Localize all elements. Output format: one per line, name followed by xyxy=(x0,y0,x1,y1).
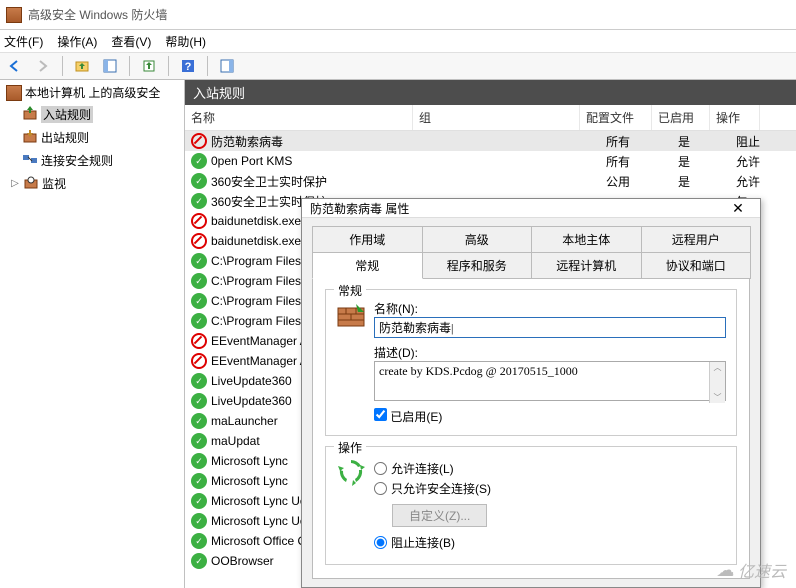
desc-label: 描述(D): xyxy=(374,346,418,360)
allow-icon: ✓ xyxy=(191,153,207,169)
forward-button[interactable] xyxy=(32,55,54,77)
tree-outbound-rules[interactable]: 出站规则 xyxy=(0,126,184,149)
allow-icon: ✓ xyxy=(191,173,207,189)
back-button[interactable] xyxy=(4,55,26,77)
properties-dialog: 防范勒索病毒 属性 ✕ 作用域 高级 本地主体 远程用户 常规 程序和服务 远程… xyxy=(301,198,761,588)
menu-bar: 文件(F) 操作(A) 查看(V) 帮助(H) xyxy=(0,30,796,52)
block-icon xyxy=(191,333,207,349)
cloud-icon: ☁ xyxy=(716,560,734,581)
block-connection-radio[interactable] xyxy=(374,536,387,549)
outbound-icon xyxy=(22,128,38,147)
name-label: 名称(N): xyxy=(374,302,418,316)
allow-icon: ✓ xyxy=(191,513,207,529)
content-heading: 入站规则 xyxy=(185,80,796,105)
tab-programs[interactable]: 程序和服务 xyxy=(422,253,533,279)
rule-name: 防范勒索病毒 xyxy=(211,133,439,150)
show-hide-tree-button[interactable] xyxy=(99,55,121,77)
tree-root[interactable]: 本地计算机 上的高级安全 xyxy=(0,82,184,103)
block-icon xyxy=(191,213,207,229)
tree-inbound-rules[interactable]: 入站规则 xyxy=(0,103,184,126)
allow-icon: ✓ xyxy=(191,313,207,329)
description-textarea[interactable] xyxy=(374,361,726,401)
allow-icon: ✓ xyxy=(191,373,207,389)
dialog-title: 防范勒索病毒 属性 xyxy=(310,200,409,217)
toolbar: ? xyxy=(0,52,796,80)
tab-scope[interactable]: 作用域 xyxy=(312,226,423,253)
tab-remote-user[interactable]: 远程用户 xyxy=(641,226,752,253)
allow-icon: ✓ xyxy=(191,493,207,509)
rule-name: 0pen Port KMS xyxy=(211,154,439,168)
rule-row[interactable]: ✓360安全卫士实时保护公用是允许 xyxy=(185,171,796,191)
tab-general[interactable]: 常规 xyxy=(312,253,423,279)
up-button[interactable] xyxy=(71,55,93,77)
name-input[interactable] xyxy=(374,317,726,338)
block-icon xyxy=(191,133,207,149)
enabled-checkbox[interactable] xyxy=(374,408,387,421)
allow-icon: ✓ xyxy=(191,253,207,269)
allow-icon: ✓ xyxy=(191,393,207,409)
svg-text:?: ? xyxy=(185,61,192,73)
allow-icon: ✓ xyxy=(191,533,207,549)
firewall-icon xyxy=(6,85,22,101)
dialog-titlebar: 防范勒索病毒 属性 ✕ xyxy=(302,199,760,218)
tree-connection-security[interactable]: 连接安全规则 xyxy=(0,149,184,172)
allow-icon: ✓ xyxy=(191,413,207,429)
menu-action[interactable]: 操作(A) xyxy=(57,33,97,50)
scroll-down-icon[interactable]: ﹀ xyxy=(714,392,722,403)
scroll-up-icon[interactable]: ︿ xyxy=(714,362,722,373)
tab-protocols[interactable]: 协议和端口 xyxy=(641,253,752,279)
expand-icon[interactable]: ▷ xyxy=(10,178,20,189)
block-icon xyxy=(191,353,207,369)
connsec-icon xyxy=(22,151,38,170)
firewall-large-icon xyxy=(336,300,366,330)
allow-icon: ✓ xyxy=(191,293,207,309)
menu-view[interactable]: 查看(V) xyxy=(111,33,151,50)
nav-tree: 本地计算机 上的高级安全 入站规则 出站规则 连接安全规则 ▷ 监视 xyxy=(0,80,185,588)
allow-icon: ✓ xyxy=(191,193,207,209)
allow-secure-radio[interactable] xyxy=(374,482,387,495)
inbound-icon xyxy=(22,105,38,124)
tree-monitor[interactable]: ▷ 监视 xyxy=(0,172,184,195)
export-button[interactable] xyxy=(138,55,160,77)
rule-row[interactable]: ✓0pen Port KMS所有是允许 xyxy=(185,151,796,171)
tab-local-principal[interactable]: 本地主体 xyxy=(531,226,642,253)
group-general: 常规 名称(N): 描述(D): ︿ ﹀ xyxy=(325,289,737,436)
col-profile[interactable]: 配置文件 xyxy=(580,105,652,130)
tab-content: 常规 名称(N): 描述(D): ︿ ﹀ xyxy=(312,279,750,579)
block-icon xyxy=(191,233,207,249)
allow-icon: ✓ xyxy=(191,273,207,289)
col-group[interactable]: 组 xyxy=(413,105,580,130)
title-bar: 高级安全 Windows 防火墙 xyxy=(0,0,796,30)
tab-remote-computer[interactable]: 远程计算机 xyxy=(531,253,642,279)
sort-indicator-icon: ︿ xyxy=(675,107,683,118)
grid-header: 名称 组 配置文件 已启用 操作 ︿ xyxy=(185,105,796,131)
allow-icon: ✓ xyxy=(191,453,207,469)
allow-icon: ✓ xyxy=(191,473,207,489)
close-button[interactable]: ✕ xyxy=(724,200,752,217)
monitor-icon xyxy=(23,174,39,193)
help-button[interactable]: ? xyxy=(177,55,199,77)
window-title: 高级安全 Windows 防火墙 xyxy=(28,6,167,23)
col-name[interactable]: 名称 xyxy=(185,105,413,130)
action-pane-button[interactable] xyxy=(216,55,238,77)
menu-help[interactable]: 帮助(H) xyxy=(165,33,206,50)
enabled-checkbox-label[interactable]: 已启用(E) xyxy=(374,410,442,424)
rule-name: 360安全卫士实时保护 xyxy=(211,173,439,190)
tab-advanced[interactable]: 高级 xyxy=(422,226,533,253)
action-icon xyxy=(336,457,366,487)
watermark: ☁ 亿速云 xyxy=(716,558,786,582)
customize-button: 自定义(Z)... xyxy=(392,504,487,527)
rule-row[interactable]: 防范勒索病毒所有是阻止 xyxy=(185,131,796,151)
col-action[interactable]: 操作 xyxy=(710,105,760,130)
allow-icon: ✓ xyxy=(191,553,207,569)
allow-connection-radio[interactable] xyxy=(374,462,387,475)
group-action: 操作 允许连接(L) 只允许安全连接(S) 自定义(Z)... 阻止连接(B) xyxy=(325,446,737,565)
allow-icon: ✓ xyxy=(191,433,207,449)
firewall-icon xyxy=(6,7,22,23)
tabs: 作用域 高级 本地主体 远程用户 常规 程序和服务 远程计算机 协议和端口 xyxy=(312,226,750,279)
menu-file[interactable]: 文件(F) xyxy=(4,33,43,50)
